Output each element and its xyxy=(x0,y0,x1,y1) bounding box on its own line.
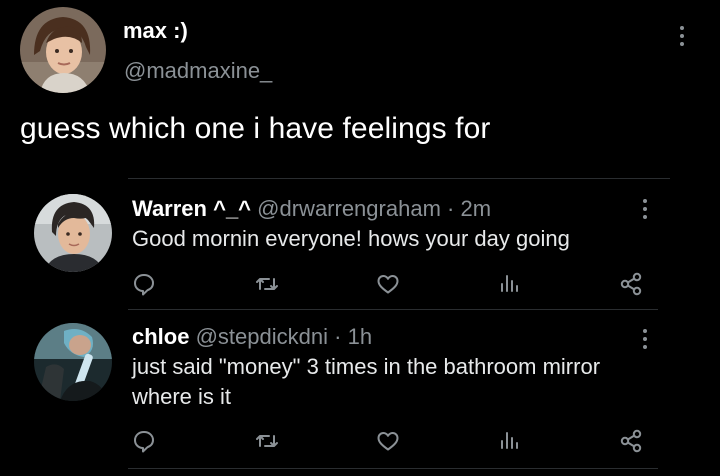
reply-handle[interactable]: @drwarrengraham xyxy=(257,196,441,221)
more-icon[interactable] xyxy=(679,26,685,46)
retweet-icon[interactable] xyxy=(254,428,280,454)
reply-text: Good mornin everyone! hows your day goin… xyxy=(132,226,570,251)
reply-timestamp[interactable]: 2m xyxy=(460,196,491,221)
share-icon[interactable] xyxy=(618,271,644,297)
user-handle[interactable]: @madmaxine_ xyxy=(124,58,272,84)
reply-timestamp[interactable]: 1h xyxy=(348,324,372,349)
share-icon[interactable] xyxy=(618,428,644,454)
more-icon[interactable] xyxy=(642,199,648,219)
time-separator: · xyxy=(334,324,342,349)
avatar[interactable] xyxy=(34,194,112,272)
reply-text: just said "money" 3 times in the bathroo… xyxy=(132,354,601,409)
reply-display-name[interactable]: Warren ^_^ xyxy=(132,196,251,221)
time-separator: · xyxy=(447,196,455,221)
divider xyxy=(128,468,658,469)
like-icon[interactable] xyxy=(375,271,401,297)
comment-icon[interactable] xyxy=(131,271,157,297)
retweet-icon[interactable] xyxy=(254,271,280,297)
reply-display-name[interactable]: chloe xyxy=(132,324,189,349)
more-icon[interactable] xyxy=(642,329,648,349)
divider xyxy=(128,309,658,310)
like-icon[interactable] xyxy=(375,428,401,454)
display-name[interactable]: max :) xyxy=(123,18,188,44)
avatar[interactable] xyxy=(34,323,112,401)
comment-icon[interactable] xyxy=(131,428,157,454)
views-icon[interactable] xyxy=(497,428,523,454)
tweet-text: guess which one i have feelings for xyxy=(20,112,491,145)
reply-handle[interactable]: @stepdickdni xyxy=(196,324,328,349)
divider xyxy=(128,178,670,179)
avatar[interactable] xyxy=(20,7,106,93)
views-icon[interactable] xyxy=(497,271,523,297)
